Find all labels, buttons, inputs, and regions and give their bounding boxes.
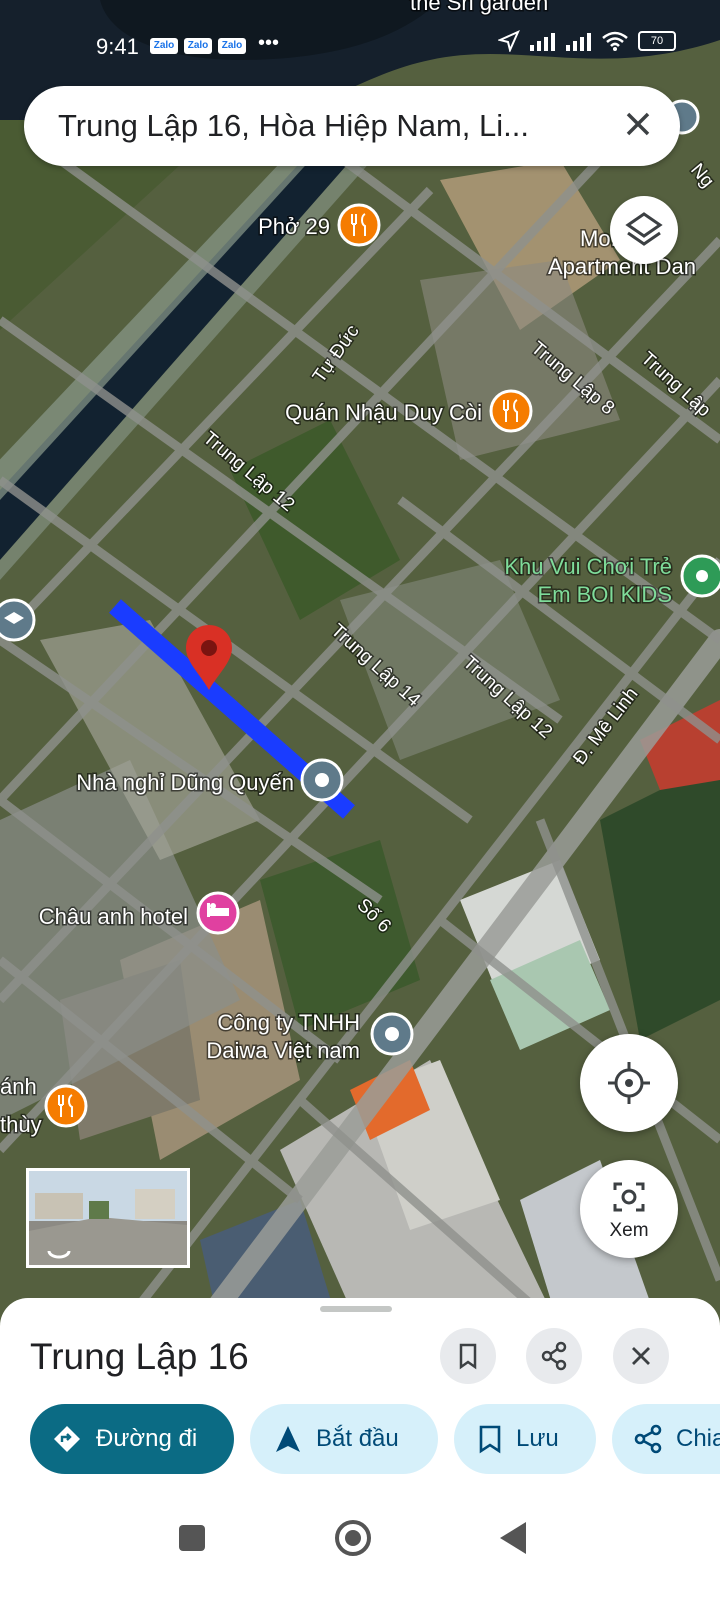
share-button[interactable]	[526, 1328, 582, 1384]
recent-apps-icon[interactable]	[162, 1508, 222, 1568]
street-view-thumbnail[interactable]	[26, 1168, 190, 1268]
zalo-icon: Zalo	[184, 38, 212, 54]
view-label: Xem	[609, 1220, 649, 1241]
close-icon	[632, 1347, 650, 1365]
battery-icon: 70	[638, 31, 676, 51]
signal-icon	[530, 33, 555, 51]
place-pin-icon[interactable]	[370, 1012, 414, 1056]
bookmark-icon	[459, 1343, 477, 1370]
bookmark-icon	[479, 1425, 501, 1454]
my-location-button[interactable]	[580, 1034, 678, 1132]
start-label: Bắt đầu	[316, 1425, 399, 1452]
save-chip[interactable]: Lưu	[454, 1404, 596, 1474]
search-bar[interactable]: Trung Lập 16, Hòa Hiệp Nam, Li...	[24, 86, 680, 166]
sheet-drag-handle[interactable]	[320, 1306, 392, 1312]
navigation-icon	[276, 1426, 300, 1452]
system-navigation-bar	[0, 1474, 720, 1600]
my-location-icon	[608, 1062, 650, 1104]
poi-label-chau-anh-hotel: Châu anh hotel	[39, 904, 188, 929]
restaurant-icon[interactable]	[44, 1084, 88, 1128]
share-icon	[541, 1341, 567, 1371]
save-button[interactable]	[440, 1328, 496, 1384]
restaurant-icon[interactable]	[489, 389, 533, 433]
home-icon[interactable]	[323, 1508, 383, 1568]
layers-icon	[625, 212, 663, 246]
restaurant-icon[interactable]	[337, 203, 381, 247]
directions-button[interactable]: Đường đi	[30, 1404, 234, 1474]
status-bar: 9:41 Zalo Zalo Zalo ••• 70	[0, 0, 720, 80]
location-arrow-icon	[498, 30, 520, 52]
close-button[interactable]	[613, 1328, 669, 1384]
poi-label-anh-thuy-line1: ánh	[0, 1074, 37, 1099]
poi-label-boi-kids-line1: Khu Vui Chơi Trẻ	[504, 554, 672, 579]
directions-label: Đường đi	[96, 1425, 198, 1452]
search-query[interactable]: Trung Lập 16, Hòa Hiệp Nam, Li...	[58, 108, 529, 144]
poi-label-pho-29: Phở 29	[258, 214, 330, 239]
zalo-icon: Zalo	[218, 38, 246, 54]
place-pin-icon[interactable]	[300, 758, 344, 802]
signal-icon	[566, 33, 591, 51]
place-title: Trung Lập 16	[30, 1336, 249, 1377]
directions-icon	[54, 1426, 80, 1452]
zalo-icon: Zalo	[150, 38, 178, 54]
view-button[interactable]: Xem	[580, 1160, 678, 1258]
poi-label-nha-nghi: Nhà nghỉ Dũng Quyến	[76, 770, 294, 795]
school-icon[interactable]	[0, 598, 36, 642]
share-icon	[634, 1424, 662, 1454]
street-view-image	[29, 1171, 187, 1265]
park-icon[interactable]	[680, 554, 720, 598]
status-icons: 70	[498, 30, 676, 52]
hotel-icon[interactable]	[196, 891, 240, 935]
back-icon[interactable]	[484, 1508, 544, 1568]
more-notifications-icon: •••	[258, 32, 280, 54]
status-time: 9:41	[96, 34, 139, 59]
start-button[interactable]: Bắt đầu	[250, 1404, 438, 1474]
poi-label-daiwa-line2: Daiwa Việt nam	[206, 1038, 360, 1063]
close-icon[interactable]	[618, 104, 658, 144]
poi-label-daiwa-line1: Công ty TNHH	[217, 1010, 360, 1035]
poi-label-quan-nhau: Quán Nhậu Duy Còi	[285, 400, 482, 425]
layers-button[interactable]	[610, 196, 678, 264]
poi-label-boi-kids-line2: Em BOI KIDS	[538, 582, 672, 607]
action-chips: Đường đi Bắt đầu Lưu Chia sẻ	[30, 1404, 720, 1476]
wifi-icon	[602, 31, 628, 51]
share-label: Chia sẻ	[676, 1425, 720, 1452]
camera-search-icon	[613, 1182, 645, 1212]
poi-label-anh-thuy-line2: thùy	[0, 1112, 42, 1137]
save-label: Lưu	[516, 1425, 559, 1452]
share-chip[interactable]: Chia sẻ	[612, 1404, 720, 1474]
